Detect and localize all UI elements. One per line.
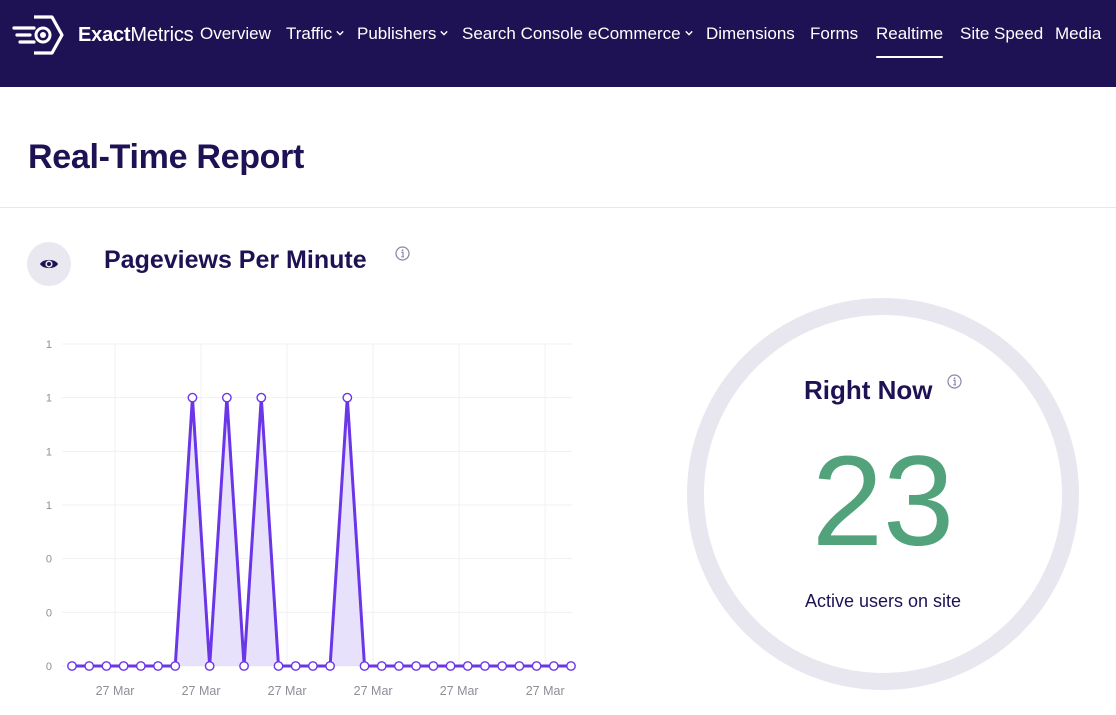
data-point [135, 661, 146, 671]
nav-item-publishers[interactable]: Publishers [357, 24, 449, 44]
nav-item-label: Forms [810, 24, 859, 43]
nav-item-dimensions[interactable]: Dimensions [706, 24, 795, 44]
nav-item-label: Search Console [462, 24, 583, 43]
data-point [187, 392, 198, 403]
nav-item-traffic[interactable]: Traffic [286, 24, 345, 44]
data-point [290, 661, 301, 671]
right-now-title: Right Now [804, 375, 933, 405]
nav-item-label: Media [1055, 24, 1102, 43]
brand-bold: Exact [78, 24, 131, 46]
data-point [239, 661, 249, 671]
nav-item-media[interactable]: Media [1055, 24, 1101, 44]
data-point [153, 661, 163, 671]
nav-item-search-console[interactable]: Search Console [462, 24, 583, 44]
nav-item-forms[interactable]: Forms [810, 24, 858, 44]
nav-item-overview[interactable]: Overview [200, 24, 271, 44]
data-point [548, 661, 559, 671]
exactmetrics-logo-icon[interactable] [12, 14, 64, 56]
x-tick-label: 27 Mar [440, 684, 479, 698]
x-tick-label: 27 Mar [354, 684, 393, 698]
x-tick-label: 27 Mar [268, 684, 307, 698]
right-now-info-icon[interactable] [947, 374, 962, 389]
page-title: Real-Time Report [28, 138, 305, 176]
eye-icon [40, 259, 58, 269]
nav-item-ecommerce[interactable]: eCommerce [588, 24, 693, 44]
data-point [497, 661, 508, 671]
nav-item-label: Site Speed [960, 24, 1044, 43]
series-area [72, 397, 571, 666]
chevron-down-icon [440, 30, 449, 36]
y-tick-label: 0 [46, 554, 52, 566]
data-point [566, 661, 576, 671]
data-point [307, 661, 318, 671]
data-point [170, 661, 181, 671]
data-point [394, 661, 404, 671]
nav-item-label: Traffic [286, 24, 333, 43]
y-tick-label: 0 [46, 661, 52, 673]
chevron-down-icon [336, 30, 345, 36]
data-point [480, 661, 490, 671]
header-divider [0, 207, 1116, 208]
brand-name[interactable]: ExactMetrics [78, 24, 194, 47]
top-navigation-bar: ExactMetrics Overview Traffic Publishers Se… [0, 0, 1116, 87]
nav-item-label: Publishers [357, 24, 437, 43]
data-point [462, 661, 473, 671]
nav-item-site-speed[interactable]: Site Speed [960, 24, 1043, 44]
data-point [428, 661, 439, 671]
data-point [118, 661, 129, 671]
data-point [411, 661, 422, 671]
data-point [445, 661, 456, 671]
data-point [531, 661, 542, 671]
data-point [67, 661, 77, 671]
x-tick-label: 27 Mar [96, 684, 135, 698]
nav-item-realtime[interactable]: Realtime [876, 24, 944, 58]
data-point [256, 392, 267, 403]
data-point [84, 661, 95, 671]
data-point [342, 392, 353, 403]
data-point [325, 661, 336, 671]
pageviews-icon-badge [27, 242, 71, 286]
data-point [273, 661, 284, 671]
data-point [359, 661, 370, 671]
data-point [376, 661, 387, 671]
data-point [101, 661, 112, 671]
info-icon[interactable] [395, 246, 410, 261]
y-tick-label: 0 [46, 607, 52, 619]
active-users-count: 23 [811, 430, 955, 573]
series-line [72, 397, 571, 668]
pageviews-title: Pageviews Per Minute [104, 246, 367, 274]
nav-item-label: eCommerce [588, 24, 681, 43]
pageviews-chart: 0 0 0 1 1 1 1 27 Mar 27 Mar 27 Mar 27 Mar 27 Mar 27 … [46, 339, 576, 698]
nav-item-label: Realtime [876, 24, 944, 43]
nav-item-label: Dimensions [706, 24, 795, 43]
data-point [204, 661, 215, 671]
brand-light: Metrics [130, 24, 194, 46]
data-point [221, 392, 232, 403]
y-tick-label: 1 [46, 393, 52, 405]
nav-item-label: Overview [200, 24, 271, 43]
chevron-down-icon [684, 30, 693, 36]
data-point [514, 661, 525, 671]
y-tick-label: 1 [46, 446, 52, 458]
x-tick-label: 27 Mar [182, 684, 221, 698]
y-tick-label: 1 [46, 500, 52, 512]
active-users-label: Active users on site [804, 591, 962, 611]
x-tick-label: 27 Mar [526, 684, 565, 698]
y-tick-label: 1 [46, 339, 52, 351]
